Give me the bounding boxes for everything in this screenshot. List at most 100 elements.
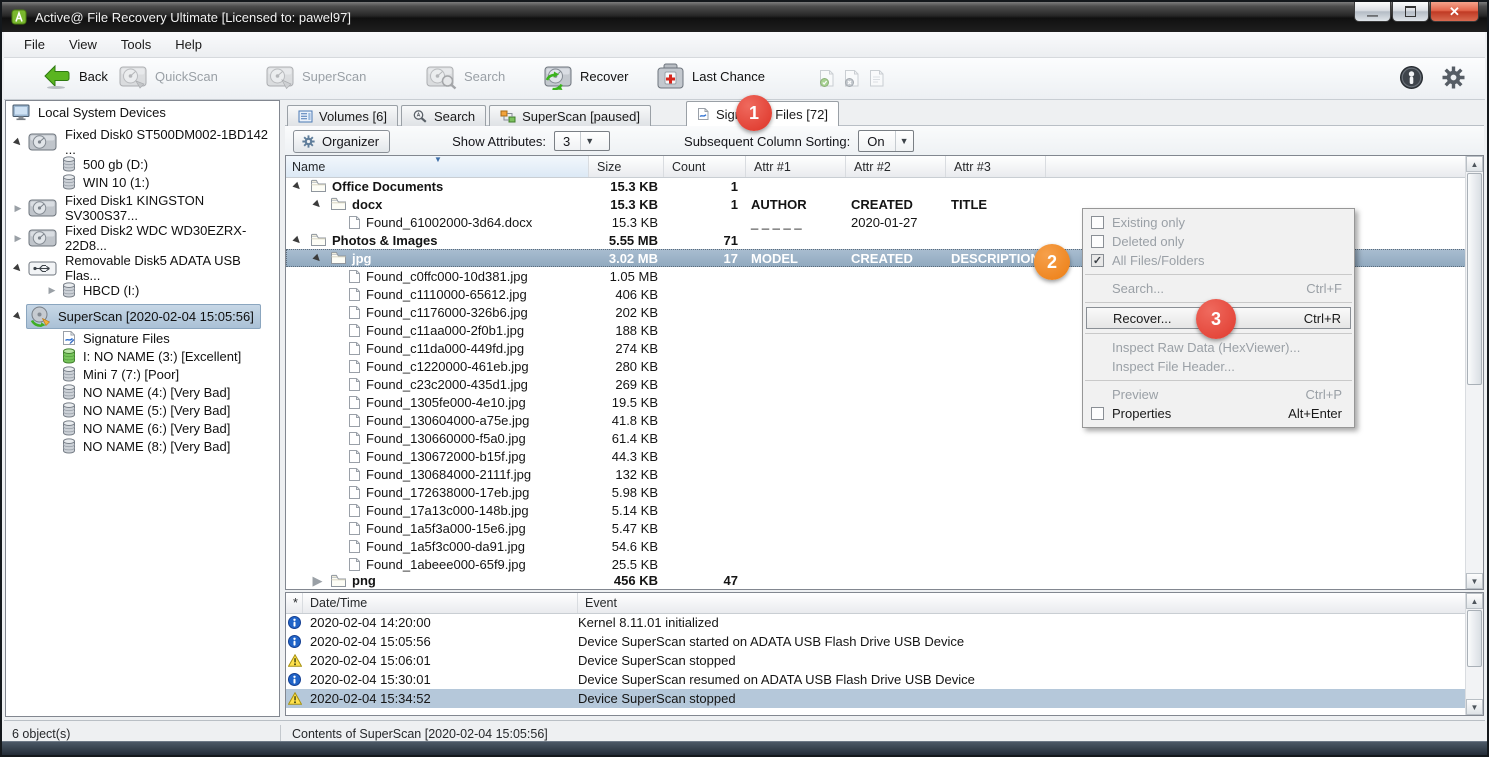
tree-item-win-10-1[interactable]: WIN 10 (1:) (6, 173, 279, 191)
folder-row[interactable]: ▶ Office Documents 15.3 KB 1 (286, 177, 1466, 195)
context-menu-item-all-files-folders[interactable]: ✓ All Files/Folders (1083, 251, 1354, 270)
log-column-date-time[interactable]: Date/Time (303, 593, 578, 613)
superscan-button[interactable]: SuperScan (266, 63, 366, 90)
expander-icon[interactable]: ▶ (308, 251, 326, 266)
scroll-down-icon[interactable]: ▼ (1466, 699, 1483, 715)
context-menu-item-deleted-only[interactable]: Deleted only (1083, 232, 1354, 251)
tree-item-no-name-4-very-bad[interactable]: NO NAME (4:) [Very Bad] (6, 383, 279, 401)
menu-item-file[interactable]: File (12, 34, 57, 55)
column-header-attr-3[interactable]: Attr #3 (946, 156, 1046, 177)
scroll-up-icon[interactable]: ▲ (1466, 156, 1483, 172)
unchecked-checkbox-icon (1091, 216, 1104, 229)
menu-item-view[interactable]: View (57, 34, 109, 55)
maximize-button[interactable] (1392, 2, 1429, 22)
menu-item-tools[interactable]: Tools (109, 34, 163, 55)
tree-item-i-no-name-3-excellent[interactable]: I: NO NAME (3:) [Excellent] (6, 347, 279, 365)
expander-icon[interactable]: ▶ (10, 203, 26, 214)
log-row[interactable]: 2020-02-04 14:20:00 Kernel 8.11.01 initia… (286, 613, 1466, 632)
tree-item-body: Mini 7 (7:) [Poor] (60, 365, 185, 383)
column-header-attr-1[interactable]: Attr #1 (746, 156, 846, 177)
quickscan-button[interactable]: QuickScan (119, 63, 218, 90)
tab-superscan-paused[interactable]: SuperScan [paused] (489, 105, 651, 126)
log-row[interactable]: 2020-02-04 15:06:01 Device SuperScan stop… (286, 651, 1466, 670)
tree-item-superscan-2020-02-04-15-05-56[interactable]: ▶ SuperScan [2020-02-04 15:05:56] (6, 303, 279, 329)
scrollbar-thumb[interactable] (1467, 610, 1482, 667)
doc-blank-button[interactable] (869, 69, 885, 93)
tree-item-mini-7-7-poor[interactable]: Mini 7 (7:) [Poor] (6, 365, 279, 383)
log-row[interactable]: 2020-02-04 15:30:01 Device SuperScan resu… (286, 670, 1466, 689)
scroll-down-icon[interactable]: ▼ (1466, 573, 1483, 589)
expander-icon[interactable]: ▶ (288, 179, 306, 194)
size-cell: 274 KB (615, 340, 658, 356)
file-row[interactable]: Found_17a13c000-148b.jpg 5.14 KB (286, 501, 1466, 519)
recover-button[interactable]: Recover (544, 63, 628, 90)
log-scrollbar[interactable]: ▲ ▼ (1465, 593, 1483, 715)
tree-item-removable-disk5-adata-usb-flas[interactable]: ▶ Removable Disk5 ADATA USB Flas... (6, 253, 279, 283)
settings-gear-button[interactable] (1440, 64, 1467, 96)
show-attributes-select[interactable]: 3 ▼ (554, 131, 611, 151)
expander-icon[interactable]: ▶ (8, 258, 27, 277)
expander-icon[interactable]: ▶ (10, 233, 26, 244)
file-row[interactable]: Found_172638000-17eb.jpg 5.98 KB (286, 483, 1466, 501)
log-column-event[interactable]: Event (578, 593, 1483, 613)
name-label: Found_130684000-2111f.jpg (366, 466, 532, 482)
tree-item-fixed-disk0-st500dm002-1bd142[interactable]: ▶ Fixed Disk0 ST500DM002-1BD142 ... (6, 127, 279, 157)
context-menu-item-existing-only[interactable]: Existing only (1083, 213, 1354, 232)
file-row[interactable]: Found_1abeee000-65f9.jpg 25.5 KB (286, 555, 1466, 573)
last-chance-button[interactable]: Last Chance (656, 63, 765, 90)
minimize-button[interactable]: — (1354, 2, 1391, 22)
expander-icon[interactable]: ▶ (310, 573, 325, 588)
file-row[interactable]: Found_130684000-2111f.jpg 132 KB (286, 465, 1466, 483)
tab-volumes-6[interactable]: Volumes [6] (287, 105, 398, 126)
warning-icon (286, 692, 303, 705)
name-cell: Found_130660000-f5a0.jpg (286, 431, 589, 446)
context-menu-item-properties[interactable]: Properties Alt+Enter (1083, 404, 1354, 423)
scrollbar-thumb[interactable] (1467, 173, 1482, 385)
expander-icon[interactable]: ▶ (308, 197, 326, 212)
tab-search[interactable]: Search (400, 105, 487, 126)
context-menu-item-preview[interactable]: Preview Ctrl+P (1083, 385, 1354, 404)
log-column-severity[interactable]: * (286, 593, 303, 613)
context-menu-item-inspect-raw-data-hexviewer[interactable]: Inspect Raw Data (HexViewer)... (1083, 338, 1354, 357)
tree-item-no-name-8-very-bad[interactable]: NO NAME (8:) [Very Bad] (6, 437, 279, 455)
expander-icon[interactable]: ▶ (44, 285, 60, 296)
organizer-button[interactable]: Organizer (293, 129, 391, 153)
file-row[interactable]: Found_1a5f3c000-da91.jpg 54.6 KB (286, 537, 1466, 555)
tree-item-fixed-disk1-kingston-sv300s37[interactable]: ▶ Fixed Disk1 KINGSTON SV300S37... (6, 193, 279, 223)
app-window: Active@ File Recovery Ultimate [Licensed… (0, 0, 1489, 757)
name-label: Found_17a13c000-148b.jpg (366, 502, 529, 518)
name-cell: ▶ Office Documents (286, 179, 589, 194)
tree-item-signature-files[interactable]: Signature Files (6, 329, 279, 347)
expander-icon[interactable]: ▶ (8, 306, 27, 325)
column-sorting-select[interactable]: On ▼ (858, 130, 914, 152)
column-header-name[interactable]: Name ▼ (286, 156, 589, 177)
column-header-count[interactable]: Count (664, 156, 746, 177)
column-header-attr-2[interactable]: Attr #2 (846, 156, 946, 177)
expander-icon[interactable]: ▶ (288, 233, 306, 248)
file-row[interactable]: Found_130672000-b15f.jpg 44.3 KB (286, 447, 1466, 465)
tree-item-no-name-6-very-bad[interactable]: NO NAME (6:) [Very Bad] (6, 419, 279, 437)
about-button[interactable] (1399, 65, 1424, 95)
back-button[interactable]: Back (42, 63, 108, 89)
doc-check-button[interactable] (819, 69, 835, 93)
column-header-size[interactable]: Size (589, 156, 664, 177)
doc-delete-button[interactable] (844, 69, 860, 93)
close-button[interactable]: ✕ (1430, 2, 1479, 22)
tree-item-label: NO NAME (8:) [Very Bad] (83, 438, 231, 454)
context-menu-item-search[interactable]: Search... Ctrl+F (1083, 279, 1354, 298)
search-button[interactable]: Search (426, 63, 505, 90)
file-row[interactable]: Found_1a5f3a000-15e6.jpg 5.47 KB (286, 519, 1466, 537)
superscan-hdd-icon (266, 63, 295, 90)
scroll-up-icon[interactable]: ▲ (1466, 593, 1483, 609)
log-row[interactable]: 2020-02-04 15:34:52 Device SuperScan stop… (286, 689, 1466, 708)
tree-item-label: Removable Disk5 ADATA USB Flas... (65, 253, 241, 283)
expander-icon[interactable]: ▶ (8, 132, 27, 151)
file-row[interactable]: Found_130660000-f5a0.jpg 61.4 KB (286, 429, 1466, 447)
menu-item-help[interactable]: Help (163, 34, 214, 55)
file-list-scrollbar[interactable]: ▲ ▼ (1465, 156, 1483, 589)
context-menu-item-inspect-file-header[interactable]: Inspect File Header... (1083, 357, 1354, 376)
log-row[interactable]: 2020-02-04 15:05:56 Device SuperScan star… (286, 632, 1466, 651)
tree-item-fixed-disk2-wdc-wd30ezrx-22d8[interactable]: ▶ Fixed Disk2 WDC WD30EZRX-22D8... (6, 223, 279, 253)
folder-row[interactable]: ▶ png 456 KB 47 (286, 573, 1466, 588)
tree-item-no-name-5-very-bad[interactable]: NO NAME (5:) [Very Bad] (6, 401, 279, 419)
